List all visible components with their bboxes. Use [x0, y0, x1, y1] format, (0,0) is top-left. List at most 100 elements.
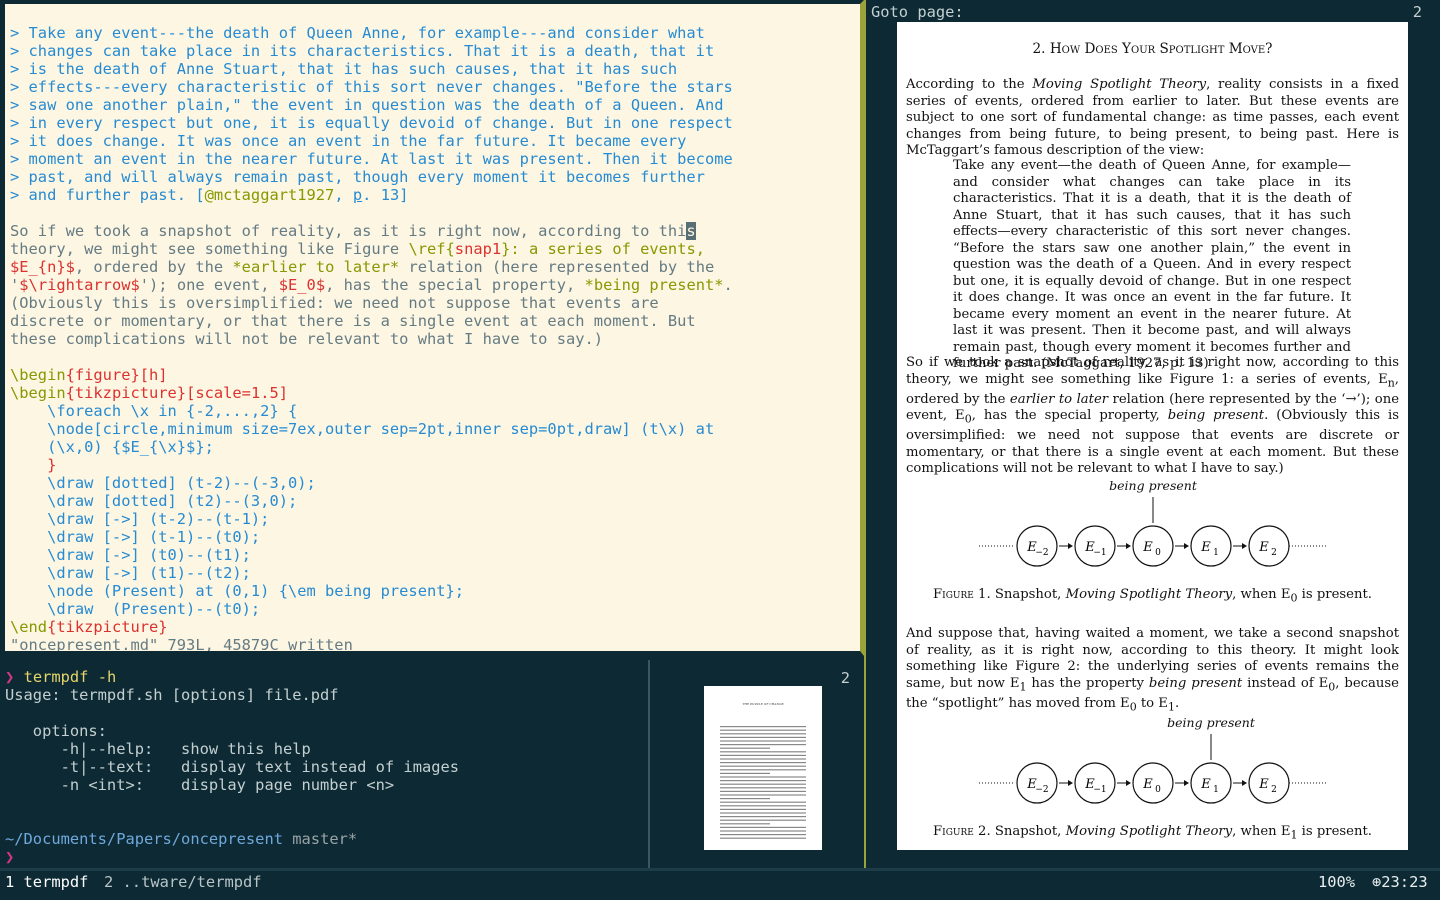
thumb-text-lines — [720, 726, 806, 839]
event-node — [1132, 762, 1174, 804]
event-subscript: 0 — [1155, 785, 1161, 795]
event-node — [1190, 525, 1232, 567]
event-node — [1016, 525, 1058, 567]
editor-line: > and further past. [@mctaggart1927, p. … — [10, 186, 409, 204]
prompt-icon: ❯ — [5, 668, 15, 686]
goto-page-prompt[interactable]: Goto page: — [871, 3, 964, 21]
being-present-label: being present — [1167, 715, 1256, 730]
editor-line: \node (Present) at (0,1) {\em being pres… — [10, 582, 465, 600]
editor-line: discrete or momentary, or that there is … — [10, 312, 696, 330]
editor-line: > is the death of Anne Stuart, that it h… — [10, 60, 678, 78]
editor-line: > past, and will always remain past, tho… — [10, 168, 705, 186]
shell-prompt-path: ~/Documents/Papers/oncepresent master* — [5, 830, 358, 848]
event-subscript: −2 — [1035, 785, 1048, 795]
event-node — [1248, 525, 1290, 567]
option-line: -n <int>: display page number <n> — [5, 776, 395, 794]
pdf-page-number: 2 — [1412, 3, 1422, 21]
event-node — [1132, 525, 1174, 567]
event-node — [1248, 762, 1290, 804]
editor-line: > it does change. It was once an event i… — [10, 132, 687, 150]
option-line: -h|--help: show this help — [5, 740, 311, 758]
text-cursor: s — [686, 222, 696, 240]
editor-line: > Take any event---the death of Queen An… — [10, 24, 705, 42]
editor-line: \draw [->] (t0)--(t1); — [10, 546, 251, 564]
event-chain: E−2 E−1 E 0 E 1 E 2 — [979, 762, 1327, 804]
thumb-page-number: 2 — [840, 669, 850, 687]
second-snapshot-paragraph: And suppose that, having waited a moment… — [906, 626, 1399, 714]
editor-line: \draw [dotted] (t-2)--(-3,0); — [10, 474, 316, 492]
event-label: E — [1258, 540, 1269, 555]
option-line: -t|--text: display text instead of image… — [5, 758, 460, 776]
figure-1-diagram: being present E−2 E−1 E 0 E 1 E 2 — [979, 478, 1327, 567]
block-quote: Take any event—the death of Queen Anne, … — [953, 158, 1351, 371]
intro-paragraph: According to the Moving Spotlight Theory… — [906, 77, 1400, 158]
event-subscript: 1 — [1213, 785, 1219, 795]
event-subscript: 2 — [1271, 785, 1277, 795]
event-label: E — [1142, 540, 1153, 555]
editor-line: $E_{n}$, ordered by the *earlier to late… — [10, 258, 715, 276]
editor-line: > in every respect but one, it is equall… — [10, 114, 733, 132]
editor-line: theory, we might see something like Figu… — [10, 240, 705, 258]
event-node — [1190, 762, 1232, 804]
editor-line: '$\rightarrow$'); one event, $E_0$, has … — [10, 276, 733, 294]
figure-1-caption: Figure 1. Snapshot, Moving Spotlight The… — [933, 587, 1372, 605]
event-node — [1074, 525, 1116, 567]
event-subscript: 1 — [1213, 548, 1219, 558]
event-subscript: 2 — [1271, 548, 1277, 558]
editor-buffer[interactable]: > Take any event---the death of Queen An… — [10, 24, 733, 654]
clock: ⊕23:23 — [1372, 873, 1428, 891]
shell-pane[interactable]: ❯ termpdf -h Usage: termpdf.sh [options]… — [0, 660, 646, 868]
editor-line: (\x,0) {$E_{\x}$}; — [10, 438, 214, 456]
editor-line: \foreach \x in {-2,...,2} { — [10, 402, 298, 420]
usage-text: Usage: termpdf.sh [options] file.pdf — [5, 686, 339, 704]
editor-line: \begin{figure}[h] — [10, 366, 168, 384]
prompt-icon: ❯ — [5, 848, 15, 866]
window-tab-2[interactable]: 2 ..tware/termpdf — [104, 873, 262, 891]
editor-line: \begin{tikzpicture}[scale=1.5] — [10, 384, 289, 402]
figure-2-caption: Figure 2. Snapshot, Moving Spotlight The… — [933, 824, 1372, 842]
page-thumbnail[interactable]: THE PUZZLE OF CHANGE — [704, 686, 822, 850]
event-subscript: 0 — [1155, 548, 1161, 558]
editor-line: > saw one another plain," the event in q… — [10, 96, 724, 114]
options-header: options: — [5, 722, 107, 740]
vim-editor-pane[interactable]: > Take any event---the death of Queen An… — [0, 0, 864, 656]
being-present-label: being present — [1109, 478, 1198, 493]
zoom-level: 100% — [1318, 873, 1356, 891]
editor-line: \draw (Present)--(t0); — [10, 600, 261, 618]
event-subscript: −2 — [1035, 548, 1048, 558]
event-chain: E−2 E−1 E 0 E 1 E 2 — [979, 525, 1327, 567]
event-label: E — [1142, 777, 1153, 792]
editor-line: } — [10, 456, 57, 474]
editor-line: \draw [->] (t-1)--(t0); — [10, 528, 261, 546]
editor-line: \draw [->] (t-2)--(t-1); — [10, 510, 270, 528]
event-subscript: −1 — [1093, 548, 1106, 558]
event-node — [1074, 762, 1116, 804]
window-tab-1[interactable]: 1 termpdf — [5, 873, 88, 891]
editor-line: So if we took a snapshot of reality, as … — [10, 222, 696, 240]
vim-status-line: "oncepresent.md" 793L, 45879C written — [10, 636, 353, 654]
shell-command-line: ❯ termpdf -h — [5, 668, 117, 686]
thumbnail-pane[interactable]: 2 THE PUZZLE OF CHANGE — [648, 660, 864, 868]
editor-line: (Obviously this is oversimplified: we ne… — [10, 294, 659, 312]
editor-line: \end{tikzpicture} — [10, 618, 168, 636]
editor-line: \draw [->] (t1)--(t2); — [10, 564, 251, 582]
shell-prompt[interactable]: ❯ — [5, 848, 459, 866]
event-label: E — [1200, 777, 1211, 792]
editor-line: > changes can take place in its characte… — [10, 42, 715, 60]
editor-line: > effects---every characteristic of this… — [10, 78, 733, 96]
event-label: E — [1200, 540, 1211, 555]
editor-line: these complications will not be relevant… — [10, 330, 604, 348]
event-node — [1016, 762, 1058, 804]
tmux-status-bar: 1 termpdf 2 ..tware/termpdf 100% ⊕23:23 — [0, 868, 1440, 900]
snapshot-paragraph: So if we took a snapshot of reality, as … — [906, 355, 1400, 477]
event-label: E — [1258, 777, 1269, 792]
editor-line: > moment an event in the nearer future. … — [10, 150, 733, 168]
figure-2-diagram: being present E−2 E−1 E 0 E 1 E 2 — [979, 715, 1327, 804]
section-title: 2. How Does Your Spotlight Move? — [1032, 41, 1273, 57]
event-subscript: −1 — [1093, 785, 1106, 795]
